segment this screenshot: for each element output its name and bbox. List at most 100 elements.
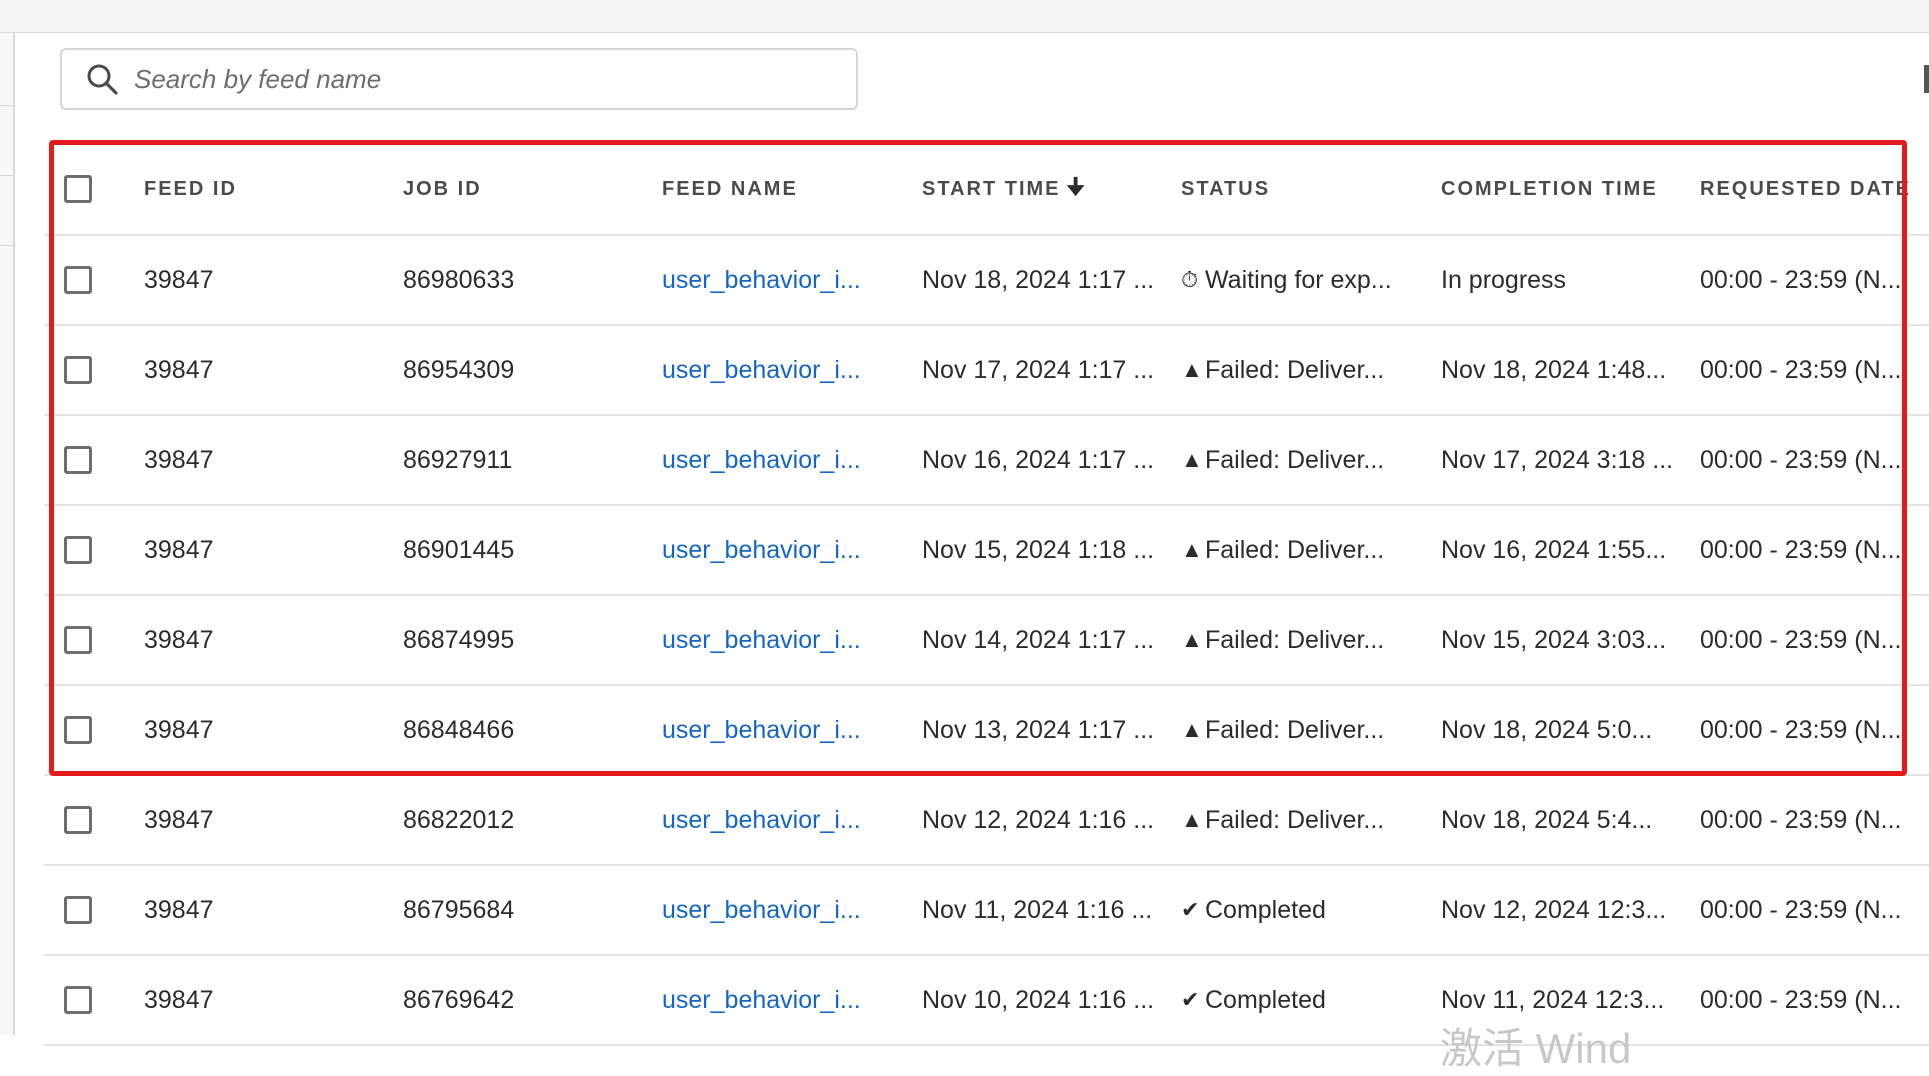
- table-header-row: FEED ID JOB ID FEED NAME START TIME 🠋 ST…: [44, 144, 1929, 236]
- requested-date-cell: 00:00 - 23:59 (N...: [1700, 535, 1902, 564]
- feed-id-cell: 39847: [144, 985, 214, 1014]
- table-row[interactable]: 39847 86769642 user_behavior_i... Nov 10, 2…: [44, 956, 1929, 1046]
- table-row[interactable]: 39847 86795684 user_behavior_i... Nov 11, 2…: [44, 866, 1929, 956]
- search-icon: [87, 64, 118, 95]
- start-time-cell: Nov 11, 2024 1:16 ...: [922, 895, 1153, 924]
- alert-icon: ▲: [1181, 627, 1203, 652]
- left-side-rail: [0, 33, 15, 1035]
- stopwatch-icon: ⏱: [1181, 267, 1199, 292]
- status-text: Failed: Deliver...: [1205, 715, 1385, 744]
- table-row[interactable]: 39847 86927911 user_behavior_i... Nov 16, 2…: [44, 416, 1929, 506]
- feed-name-link[interactable]: user_behavior_i...: [662, 446, 861, 475]
- sort-descending-icon[interactable]: 🠋: [1067, 170, 1087, 208]
- job-id-cell: 86822012: [403, 805, 515, 834]
- search-input[interactable]: [134, 54, 856, 104]
- start-time-cell: Nov 10, 2024 1:16 ...: [922, 985, 1155, 1014]
- alert-icon: ▲: [1181, 357, 1203, 382]
- alert-icon: ▲: [1181, 537, 1203, 562]
- feed-jobs-table: FEED ID JOB ID FEED NAME START TIME 🠋 ST…: [44, 144, 1929, 1046]
- status-text: Failed: Deliver...: [1205, 535, 1385, 564]
- search-box[interactable]: [60, 48, 858, 110]
- column-header-start-time[interactable]: START TIME 🠋: [922, 144, 1177, 234]
- column-header-requested-date[interactable]: REQUESTED DATE: [1700, 144, 1929, 234]
- table-row[interactable]: 39847 86822012 user_behavior_i... Nov 12, 2…: [44, 776, 1929, 866]
- start-time-cell: Nov 18, 2024 1:17 ...: [922, 265, 1155, 294]
- row-checkbox[interactable]: [64, 356, 92, 384]
- column-header-job-id[interactable]: JOB ID: [403, 144, 653, 234]
- alert-icon: ▲: [1181, 807, 1203, 832]
- requested-date-cell: 00:00 - 23:59 (N...: [1700, 715, 1902, 744]
- row-checkbox[interactable]: [64, 446, 92, 474]
- feed-name-link[interactable]: user_behavior_i...: [662, 266, 861, 295]
- job-id-cell: 86901445: [403, 535, 515, 564]
- feed-name-link[interactable]: user_behavior_i...: [662, 896, 861, 925]
- select-all-checkbox[interactable]: [64, 175, 92, 203]
- row-checkbox[interactable]: [64, 806, 92, 834]
- row-checkbox[interactable]: [64, 716, 92, 744]
- table-body: 39847 86980633 user_behavior_i... Nov 18, 2…: [44, 236, 1929, 1046]
- feed-id-cell: 39847: [144, 355, 214, 384]
- column-header-completion-time[interactable]: COMPLETION TIME: [1441, 144, 1695, 234]
- row-checkbox[interactable]: [64, 986, 92, 1014]
- status-cell: ▲ Failed: Deliver...: [1181, 506, 1443, 594]
- feed-name-link[interactable]: user_behavior_i...: [662, 716, 861, 745]
- start-time-cell: Nov 15, 2024 1:18 ...: [922, 535, 1155, 564]
- feed-id-cell: 39847: [144, 895, 214, 924]
- status-text: Failed: Deliver...: [1205, 625, 1385, 654]
- feed-id-cell: 39847: [144, 445, 214, 474]
- completion-time-cell: Nov 18, 2024 1:48...: [1441, 355, 1667, 384]
- status-cell: ✔ Completed: [1181, 866, 1443, 954]
- column-header-feed-id[interactable]: FEED ID: [144, 144, 394, 234]
- requested-date-cell: 00:00 - 23:59 (N...: [1700, 265, 1902, 294]
- table-row[interactable]: 39847 86954309 user_behavior_i... Nov 17, 2…: [44, 326, 1929, 416]
- rail-divider: [0, 105, 13, 106]
- checkmark-circle-icon: ✔: [1181, 987, 1200, 1012]
- feed-name-link[interactable]: user_behavior_i...: [662, 356, 861, 385]
- feed-id-cell: 39847: [144, 715, 214, 744]
- feed-id-cell: 39847: [144, 535, 214, 564]
- feed-name-link[interactable]: user_behavior_i...: [662, 536, 861, 565]
- completion-time-cell: Nov 15, 2024 3:03...: [1441, 625, 1667, 654]
- feed-id-cell: 39847: [144, 265, 214, 294]
- row-checkbox[interactable]: [64, 536, 92, 564]
- requested-date-cell: 00:00 - 23:59 (N...: [1700, 445, 1902, 474]
- status-cell: ▲ Failed: Deliver...: [1181, 416, 1443, 504]
- job-id-cell: 86980633: [403, 265, 515, 294]
- rail-divider: [0, 245, 13, 246]
- feed-name-link[interactable]: user_behavior_i...: [662, 626, 861, 655]
- column-header-start-time-label: START TIME: [922, 177, 1061, 200]
- row-checkbox[interactable]: [64, 266, 92, 294]
- completion-time-cell: Nov 12, 2024 12:3...: [1441, 895, 1667, 924]
- status-cell: ▲ Failed: Deliver...: [1181, 776, 1443, 864]
- completion-time-cell: Nov 18, 2024 5:0...: [1441, 715, 1653, 744]
- scrollbar-handle[interactable]: [1924, 65, 1929, 93]
- feed-name-link[interactable]: user_behavior_i...: [662, 986, 861, 1015]
- table-row[interactable]: 39847 86874995 user_behavior_i... Nov 14, 2…: [44, 596, 1929, 686]
- job-id-cell: 86927911: [403, 445, 513, 474]
- status-text: Completed: [1205, 985, 1326, 1014]
- column-header-status[interactable]: STATUS: [1181, 144, 1443, 234]
- feed-name-link[interactable]: user_behavior_i...: [662, 806, 861, 835]
- start-time-cell: Nov 12, 2024 1:16 ...: [922, 805, 1155, 834]
- completion-time-cell: Nov 18, 2024 5:4...: [1441, 805, 1653, 834]
- job-id-cell: 86954309: [403, 355, 515, 384]
- status-text: Failed: Deliver...: [1205, 445, 1385, 474]
- row-checkbox[interactable]: [64, 896, 92, 924]
- table-row[interactable]: 39847 86848466 user_behavior_i... Nov 13, 2…: [44, 686, 1929, 776]
- completion-time-cell: Nov 16, 2024 1:55...: [1441, 535, 1667, 564]
- top-toolbar-band: [0, 0, 1929, 33]
- job-id-cell: 86769642: [403, 985, 515, 1014]
- requested-date-cell: 00:00 - 23:59 (N...: [1700, 355, 1902, 384]
- table-row[interactable]: 39847 86980633 user_behavior_i... Nov 18, 2…: [44, 236, 1929, 326]
- start-time-cell: Nov 16, 2024 1:17 ...: [922, 445, 1155, 474]
- status-text: Failed: Deliver...: [1205, 355, 1385, 384]
- row-checkbox[interactable]: [64, 626, 92, 654]
- table-row[interactable]: 39847 86901445 user_behavior_i... Nov 15, 2…: [44, 506, 1929, 596]
- job-id-cell: 86795684: [403, 895, 515, 924]
- requested-date-cell: 00:00 - 23:59 (N...: [1700, 895, 1902, 924]
- job-id-cell: 86848466: [403, 715, 515, 744]
- requested-date-cell: 00:00 - 23:59 (N...: [1700, 625, 1902, 654]
- requested-date-cell: 00:00 - 23:59 (N...: [1700, 805, 1902, 834]
- column-header-feed-name[interactable]: FEED NAME: [662, 144, 922, 234]
- feed-id-cell: 39847: [144, 625, 214, 654]
